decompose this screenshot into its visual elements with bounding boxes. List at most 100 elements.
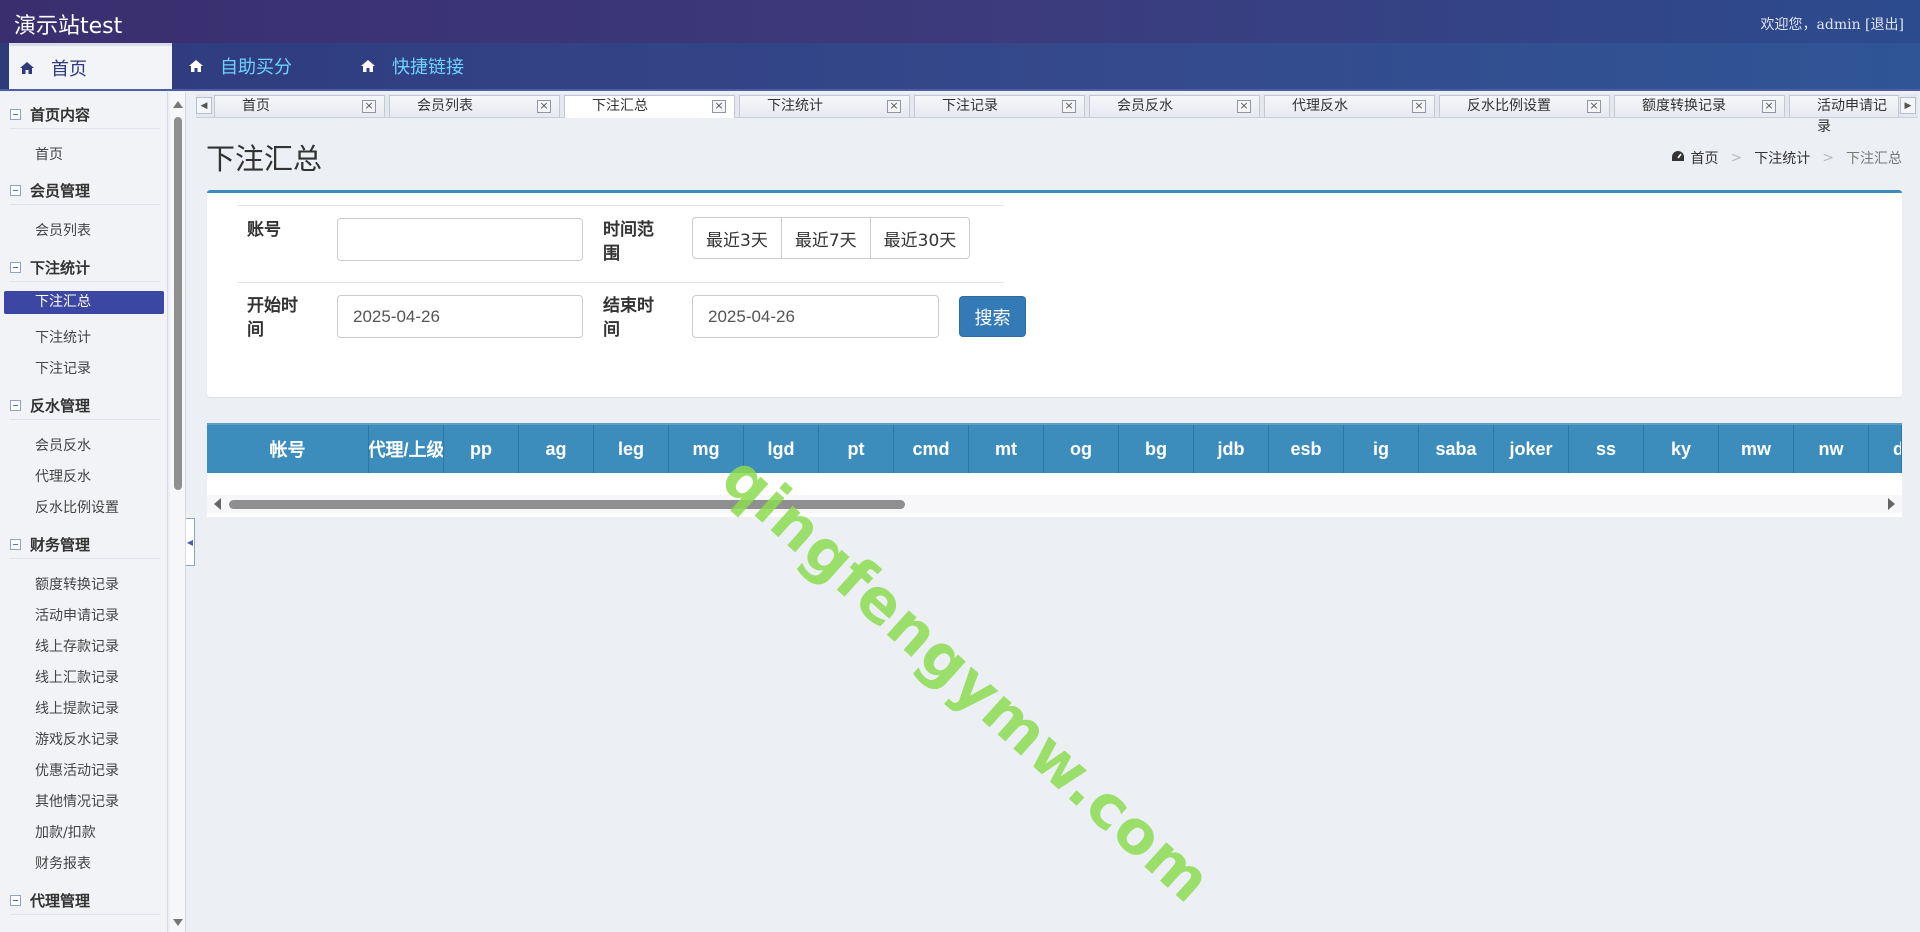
tab-bet-records[interactable]: 下注记录× — [914, 95, 1085, 117]
sidebar-item-promo-records[interactable]: 优惠活动记录 — [35, 760, 119, 780]
close-icon[interactable]: × — [1762, 100, 1776, 113]
column-header[interactable]: cmd — [894, 425, 969, 473]
end-date-input[interactable] — [692, 295, 939, 338]
sidebar-item-add-deduct[interactable]: 加款/扣款 — [35, 822, 96, 842]
welcome-suffix: ] — [1899, 17, 1904, 33]
divider — [10, 128, 160, 129]
sidebar-item-finance-report[interactable]: 财务报表 — [35, 853, 91, 873]
tab-bet-statistics[interactable]: 下注统计× — [739, 95, 910, 117]
column-header[interactable]: pp — [444, 425, 519, 473]
tab-rebate-ratio[interactable]: 反水比例设置× — [1439, 95, 1610, 117]
column-header[interactable]: mw — [1719, 425, 1794, 473]
tab-member-list[interactable]: 会员列表× — [389, 95, 560, 117]
sidebar-collapse-handle[interactable]: ◀ — [186, 518, 195, 566]
sidebar-item-agent-rebate[interactable]: 代理反水 — [35, 466, 91, 486]
sidebar-item-member-list[interactable]: 会员列表 — [35, 220, 91, 240]
sidebar-item-credit-transfer[interactable]: 额度转换记录 — [35, 574, 119, 594]
tab-member-rebate[interactable]: 会员反水× — [1089, 95, 1260, 117]
column-header[interactable]: ig — [1344, 425, 1419, 473]
close-icon[interactable]: × — [712, 100, 726, 113]
page-title: 下注汇总 — [206, 136, 322, 178]
range-3-days-button[interactable]: 最近3天 — [692, 217, 782, 259]
column-header[interactable]: saba — [1419, 425, 1494, 473]
sidebar-item-rebate-ratio[interactable]: 反水比例设置 — [35, 497, 119, 517]
sidebar-group-finance[interactable]: 财务管理 — [10, 534, 90, 555]
sidebar-group-rebate[interactable]: 反水管理 — [10, 395, 90, 416]
sidebar-group-home-content[interactable]: 首页内容 — [10, 104, 90, 125]
sidebar-group-members[interactable]: 会员管理 — [10, 180, 90, 201]
column-header[interactable]: esb — [1269, 425, 1344, 473]
sidebar-item-other-records[interactable]: 其他情况记录 — [35, 791, 119, 811]
column-header[interactable]: jdb — [1194, 425, 1269, 473]
range-30-days-button[interactable]: 最近30天 — [870, 217, 971, 259]
sidebar-item-online-withdraw[interactable]: 线上提款记录 — [35, 698, 119, 718]
nav-home[interactable]: 首页 — [9, 43, 172, 89]
tab-scroll-left-icon[interactable]: ◀ — [196, 97, 212, 114]
tab-credit-transfer[interactable]: 额度转换记录 × — [1614, 95, 1785, 117]
nav-self-buy[interactable]: 自助买分 — [188, 43, 292, 89]
column-header[interactable]: 帐号 — [207, 425, 369, 473]
column-header[interactable]: leg — [594, 425, 669, 473]
close-icon[interactable]: × — [1412, 100, 1426, 113]
scroll-down-arrow-icon[interactable] — [173, 919, 183, 926]
nav-quick-links[interactable]: 快捷链接 — [360, 43, 464, 89]
close-icon[interactable]: × — [887, 100, 901, 113]
collapse-box-icon — [10, 895, 21, 906]
sidebar-group-agents[interactable]: 代理管理 — [10, 890, 90, 911]
column-header[interactable]: ss — [1569, 425, 1644, 473]
sidebar-scrollbar[interactable] — [170, 92, 186, 932]
start-time-label-line: 开始时 — [247, 294, 298, 318]
column-header[interactable]: ky — [1644, 425, 1719, 473]
close-icon[interactable]: × — [537, 100, 551, 113]
tab-label: 额度转换记录 — [1642, 98, 1726, 114]
account-input[interactable] — [337, 218, 583, 261]
dashboard-icon — [1671, 150, 1685, 166]
sidebar-item-game-rebate[interactable]: 游戏反水记录 — [35, 729, 119, 749]
breadcrumb-home-link[interactable]: 首页 — [1691, 148, 1719, 168]
column-header[interactable]: mt — [969, 425, 1044, 473]
tab-agent-rebate[interactable]: 代理反水× — [1264, 95, 1435, 117]
sidebar-item-bet-statistics[interactable]: 下注统计 — [35, 327, 91, 347]
column-header[interactable]: bg — [1119, 425, 1194, 473]
close-icon[interactable]: × — [1237, 100, 1251, 113]
column-header[interactable]: mg — [669, 425, 744, 473]
sidebar-item-bet-records[interactable]: 下注记录 — [35, 358, 91, 378]
column-header[interactable]: og — [1044, 425, 1119, 473]
tab-home[interactable]: 首页× — [214, 95, 385, 117]
sidebar-item-activity-apply[interactable]: 活动申请记录 — [35, 605, 119, 625]
sidebar-group-bet-stats[interactable]: 下注统计 — [10, 257, 90, 278]
table-horizontal-scrollbar[interactable] — [207, 495, 1902, 513]
sidebar-item-online-deposit[interactable]: 线上存款记录 — [35, 636, 119, 656]
sidebar-group-label: 反水管理 — [30, 395, 90, 416]
scroll-up-arrow-icon[interactable] — [173, 101, 183, 108]
column-header[interactable]: joker — [1494, 425, 1569, 473]
tab-activity-apply[interactable]: 活动申请记录 — [1789, 95, 1899, 117]
range-7-days-button[interactable]: 最近7天 — [781, 217, 871, 259]
start-date-input[interactable] — [337, 295, 583, 338]
search-button[interactable]: 搜索 — [959, 296, 1026, 337]
scroll-left-arrow-icon[interactable] — [214, 498, 221, 510]
column-header[interactable]: pt — [819, 425, 894, 473]
scrollbar-thumb[interactable] — [229, 500, 905, 509]
column-header[interactable]: nw — [1794, 425, 1869, 473]
divider — [10, 558, 160, 559]
tab-scroll-right-icon[interactable]: ▶ — [1900, 97, 1916, 114]
column-header[interactable]: d — [1869, 425, 1902, 473]
tab-bet-summary[interactable]: 下注汇总× — [564, 95, 735, 118]
chevron-left-icon: ◀ — [187, 538, 193, 547]
sidebar-item-home[interactable]: 首页 — [35, 144, 63, 164]
column-header[interactable]: ag — [519, 425, 594, 473]
logout-link[interactable]: 退出 — [1871, 17, 1899, 33]
sidebar-group-label: 下注统计 — [30, 257, 90, 278]
scroll-right-arrow-icon[interactable] — [1888, 498, 1895, 510]
close-icon[interactable]: × — [362, 100, 376, 113]
sidebar-item-member-rebate[interactable]: 会员反水 — [35, 435, 91, 455]
sidebar-item-online-remit[interactable]: 线上汇款记录 — [35, 667, 119, 687]
scrollbar-thumb[interactable] — [174, 117, 182, 490]
column-header[interactable]: lgd — [744, 425, 819, 473]
close-icon[interactable]: × — [1587, 100, 1601, 113]
close-icon[interactable]: × — [1062, 100, 1076, 113]
breadcrumb-bet-stats-link[interactable]: 下注统计 — [1754, 148, 1810, 168]
sidebar-item-bet-summary[interactable]: 下注汇总 — [4, 291, 164, 314]
column-header[interactable]: 代理/上级 — [369, 425, 444, 473]
